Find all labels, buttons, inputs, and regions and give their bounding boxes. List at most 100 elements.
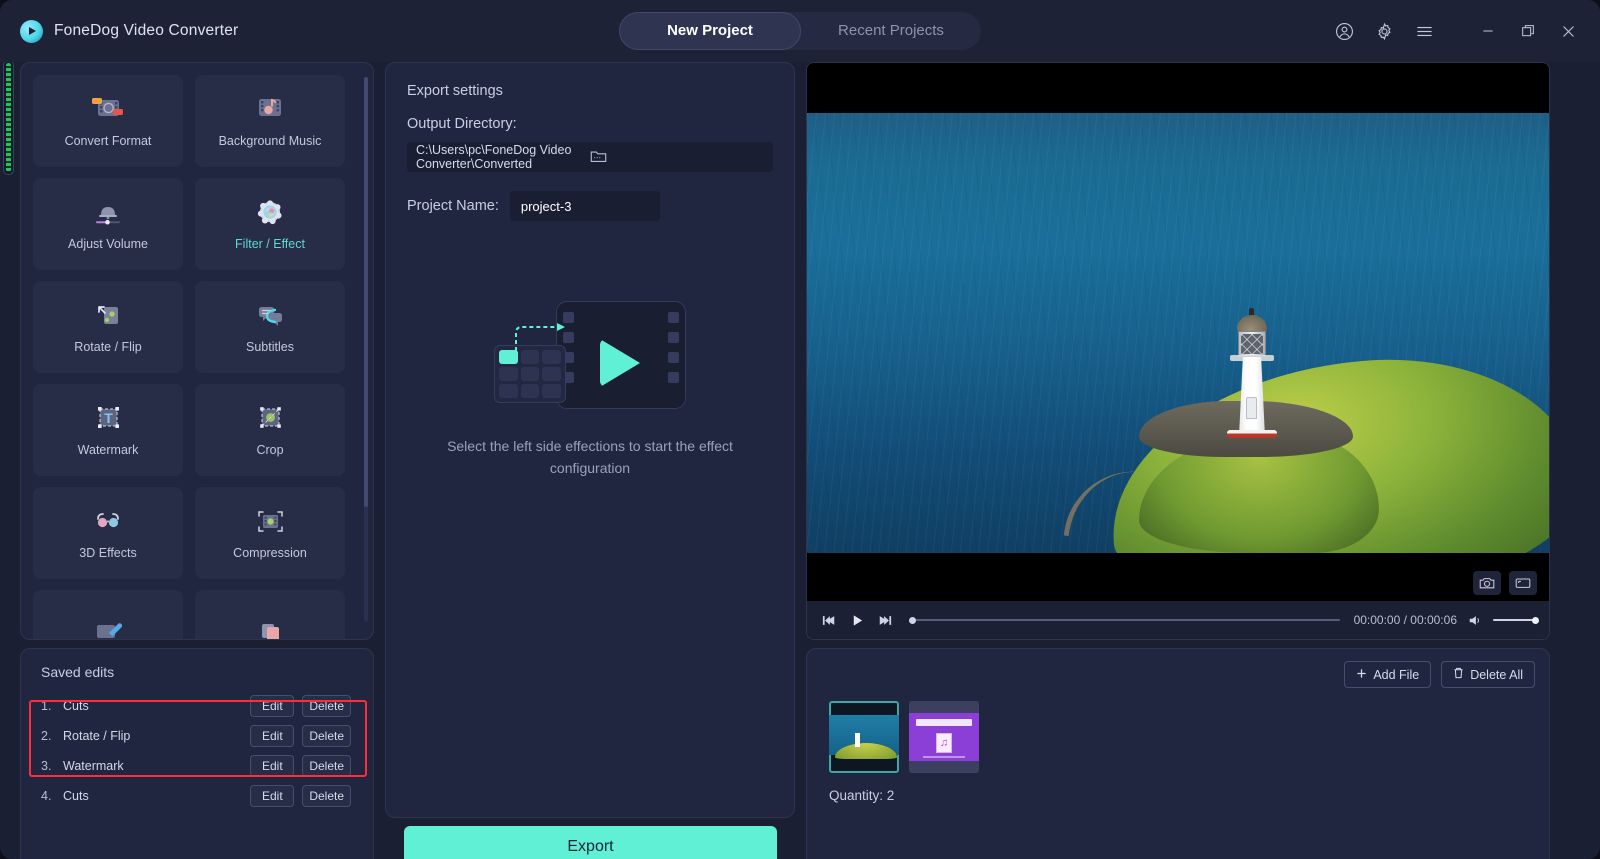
project-name-label: Project Name: (407, 198, 499, 214)
background-music-icon (253, 95, 287, 125)
tool-3d-effects[interactable]: 3D Effects (33, 487, 183, 579)
tool-compression[interactable]: Compression (195, 487, 345, 579)
tool-label: 3D Effects (79, 545, 137, 560)
delete-all-button[interactable]: Delete All (1441, 661, 1535, 688)
output-directory-label: Output Directory: (407, 116, 517, 132)
tool-merge[interactable] (195, 590, 345, 639)
seek-track (909, 619, 1340, 621)
tool-filter-effect[interactable]: Filter / Effect (195, 178, 345, 270)
tool-label: Rotate / Flip (74, 339, 142, 354)
account-icon[interactable] (1328, 15, 1360, 47)
app-title: FoneDog Video Converter (54, 22, 239, 39)
tool-watermark[interactable]: T Watermark (33, 384, 183, 476)
export-button[interactable]: Export (404, 826, 777, 859)
tool-label: Adjust Volume (68, 236, 148, 251)
tool-rotate-flip[interactable]: Rotate / Flip (33, 281, 183, 373)
video-stage[interactable] (807, 63, 1549, 603)
3d-effects-icon (91, 507, 125, 537)
saved-edits-list: 1. Cuts Edit Delete 2. Rotate / Flip Edi… (21, 691, 373, 811)
tool-label: Watermark (77, 442, 139, 457)
output-directory-field[interactable]: C:\Users\pc\FoneDog Video Converter\Conv… (407, 142, 773, 172)
seek-bar[interactable] (909, 611, 1340, 629)
saved-edit-delete-button[interactable]: Delete (302, 695, 351, 717)
saved-edit-edit-button[interactable]: Edit (250, 785, 295, 807)
saved-edit-row[interactable]: 1. Cuts Edit Delete (21, 691, 373, 721)
maximize-icon[interactable] (1512, 15, 1544, 47)
watermark-icon: T (91, 404, 125, 434)
tool-enhance[interactable] (33, 590, 183, 640)
widescreen-icon[interactable] (1509, 571, 1537, 595)
saved-edit-delete-button[interactable]: Delete (302, 725, 351, 747)
placeholder-effect-grid (494, 345, 566, 403)
placeholder-arrow-icon (515, 323, 565, 351)
lighthouse (1217, 307, 1287, 438)
window-controls (1328, 0, 1584, 62)
music-thumbnail[interactable]: ♫ (909, 701, 979, 773)
skip-next-icon[interactable] (875, 610, 895, 630)
rotate-flip-icon (91, 301, 125, 331)
saved-edit-row[interactable]: 4. Cuts Edit Delete (21, 781, 373, 811)
tool-label: Filter / Effect (235, 236, 305, 251)
compression-icon (253, 507, 287, 537)
skip-previous-icon[interactable] (819, 610, 839, 630)
crop-icon (253, 404, 287, 434)
saved-edit-delete-button[interactable]: Delete (302, 755, 351, 777)
tool-convert-format[interactable]: Convert Format (33, 75, 183, 167)
saved-edit-row[interactable]: 2. Rotate / Flip Edit Delete (21, 721, 373, 751)
close-icon[interactable] (1552, 15, 1584, 47)
add-file-button[interactable]: Add File (1344, 661, 1432, 688)
tool-adjust-volume[interactable]: Adjust Volume (33, 178, 183, 270)
video-frame-lighthouse (807, 113, 1549, 553)
merge-icon (253, 617, 287, 639)
tool-subtitles[interactable]: Subtitles (195, 281, 345, 373)
camera-icon[interactable] (1473, 571, 1501, 595)
tab-recent-projects[interactable]: Recent Projects (801, 12, 981, 50)
tool-label: Convert Format (64, 133, 152, 148)
volume-handle[interactable] (1532, 616, 1539, 624)
volume-icon[interactable] (1465, 610, 1485, 630)
main-body: Convert Format Background Music Adjust V… (0, 62, 1600, 859)
play-icon[interactable] (847, 610, 867, 630)
placeholder-play-icon (600, 339, 640, 387)
tool-background-music[interactable]: Background Music (195, 75, 345, 167)
lighthouse-thumbnail[interactable] (829, 701, 899, 773)
play-circle-logo-icon (20, 19, 43, 43)
add-file-label: Add File (1373, 667, 1420, 682)
project-name-row: Project Name: project-3 (407, 191, 773, 221)
project-name-input[interactable]: project-3 (509, 191, 660, 221)
tools-scrollbar[interactable] (364, 77, 368, 622)
export-settings-panel: Export settings Output Directory: C:\Use… (385, 62, 795, 818)
playback-time: 00:00:00 / 00:00:06 (1353, 613, 1457, 627)
video-actions (1473, 571, 1537, 595)
tab-new-project[interactable]: New Project (619, 12, 801, 50)
enhance-icon (91, 617, 125, 640)
saved-edits-panel: Saved edits 1. Cuts Edit Delete 2. Rotat… (20, 648, 374, 859)
media-thumbnails: ♫ (829, 701, 979, 773)
saved-edits-title: Saved edits (41, 664, 115, 680)
saved-edit-delete-button[interactable]: Delete (302, 785, 351, 807)
seek-handle[interactable] (909, 616, 916, 624)
folder-icon[interactable] (590, 148, 764, 166)
tool-label: Crop (256, 442, 284, 457)
effects-tool-panel: Convert Format Background Music Adjust V… (20, 62, 374, 640)
brand: FoneDog Video Converter (20, 19, 239, 43)
saved-edit-edit-button[interactable]: Edit (250, 725, 295, 747)
menu-icon[interactable] (1408, 15, 1440, 47)
tools-scrollbar-thumb[interactable] (364, 77, 368, 507)
media-quantity-label: Quantity: 2 (829, 788, 895, 803)
saved-edit-row[interactable]: 3. Watermark Edit Delete (21, 751, 373, 781)
saved-edit-name: Rotate / Flip (63, 729, 131, 743)
video-preview-panel: 00:00:00 / 00:00:06 (806, 62, 1550, 640)
media-library-panel: Add File Delete All ♫ Quantity: 2 (806, 648, 1550, 859)
delete-all-label: Delete All (1470, 667, 1523, 682)
tool-label: Compression (233, 545, 307, 560)
music-note-icon: ♫ (936, 733, 952, 753)
saved-edit-edit-button[interactable]: Edit (250, 755, 295, 777)
tool-label: Subtitles (246, 339, 294, 354)
volume-slider[interactable] (1493, 616, 1539, 624)
tool-crop[interactable]: Crop (195, 384, 345, 476)
app-window: FoneDog Video Converter New Project Rece… (0, 0, 1600, 859)
minimize-icon[interactable] (1472, 15, 1504, 47)
gear-icon[interactable] (1368, 15, 1400, 47)
saved-edit-edit-button[interactable]: Edit (250, 695, 295, 717)
